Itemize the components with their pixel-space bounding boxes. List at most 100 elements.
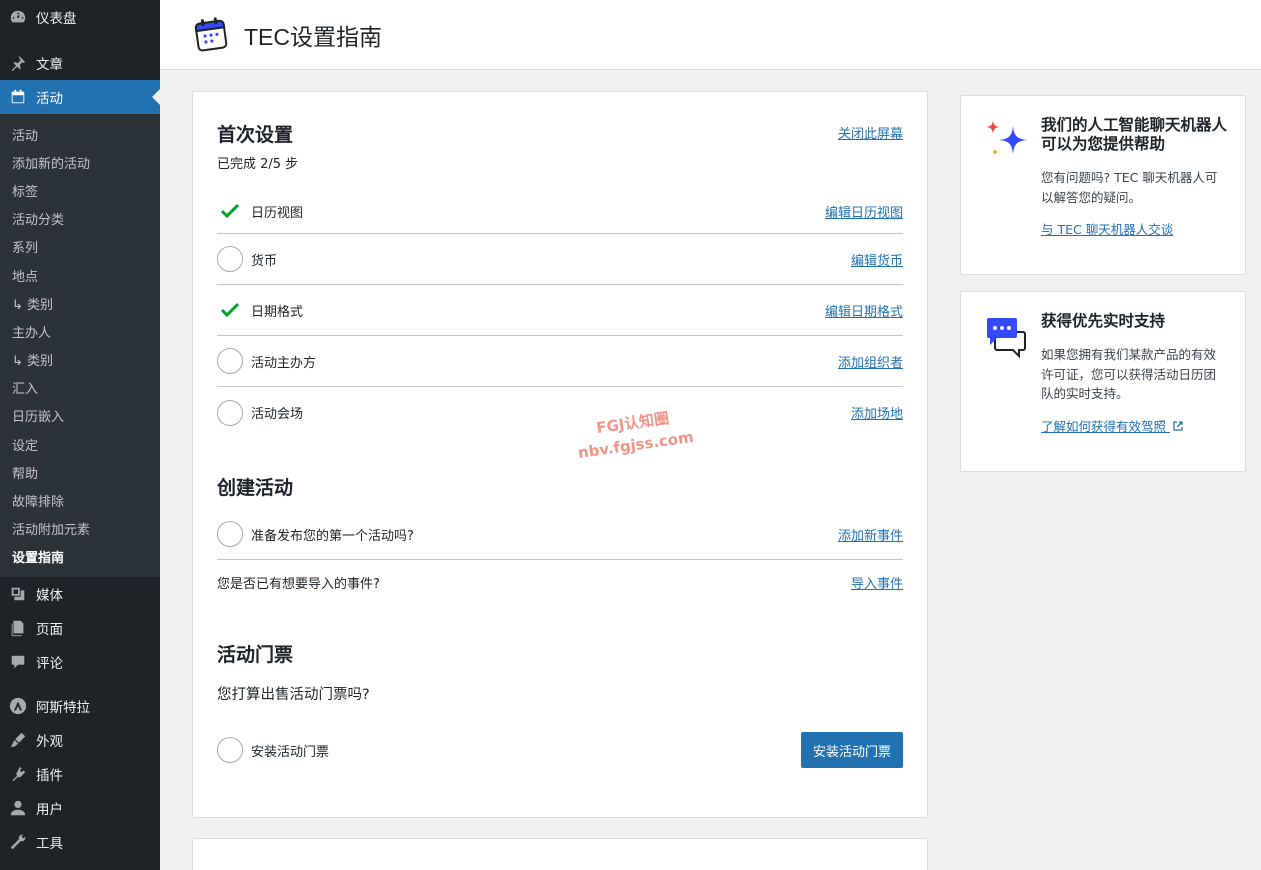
menu-label: 插件	[36, 768, 63, 784]
progress-text: 已完成 2/5 步	[217, 157, 299, 172]
brush-icon	[8, 730, 28, 750]
menu-label: 工具	[36, 836, 63, 852]
admin-sidebar: 仪表盘 文章 活动 活动 添加新的活动 标签 活动分类 系列 地点 ↳ 类别 主…	[0, 0, 160, 870]
events-submenu: 活动 添加新的活动 标签 活动分类 系列 地点 ↳ 类别 主办人 ↳ 类别 汇入…	[0, 114, 160, 577]
sparkle-icon	[986, 120, 1027, 156]
submenu-item[interactable]: 标签	[0, 176, 160, 204]
chat-bubble-icon	[987, 318, 1026, 359]
add-organizer-link[interactable]: 添加组织者	[838, 352, 903, 371]
add-venue-link[interactable]: 添加场地	[851, 403, 903, 422]
step-label: 货币	[251, 253, 278, 269]
menu-plugins[interactable]: 插件	[0, 757, 160, 791]
add-new-event-link[interactable]: 添加新事件	[838, 525, 903, 544]
support-card-title: 获得优先实时支持	[1041, 312, 1166, 330]
submenu-item[interactable]: ↳ 类别	[0, 346, 160, 374]
import-event-row: 您是否已有想要导入的事件? 导入事件	[217, 560, 903, 605]
submenu-item[interactable]: ↳ 类别	[0, 289, 160, 317]
install-tickets-button[interactable]: 安装活动门票	[800, 732, 903, 768]
menu-events[interactable]: 活动	[0, 80, 160, 114]
menu-appearance[interactable]: 外观	[0, 723, 160, 757]
publish-event-row: 准备发布您的第一个活动吗? 添加新事件	[217, 509, 903, 560]
first-setup-title: 首次设置	[217, 124, 294, 146]
menu-label: 外观	[36, 734, 63, 750]
menu-label: 媒体	[36, 588, 63, 604]
comment-icon	[8, 652, 28, 672]
wrench-icon	[8, 832, 28, 852]
submenu-item[interactable]: 主办人	[0, 317, 160, 345]
menu-comments[interactable]: 评论	[0, 645, 160, 679]
menu-users[interactable]: 用户	[0, 791, 160, 825]
submenu-item[interactable]: 活动附加元素	[0, 515, 160, 543]
edit-currency-link[interactable]: 编辑货币	[851, 250, 903, 269]
tickets-question: 您打算出售活动门票吗?	[217, 687, 370, 703]
step-row-calendar-view: 日历视图 编辑日历视图	[217, 189, 903, 234]
license-info-link-text: 了解如何获得有效驾照	[1041, 418, 1167, 434]
submenu-item[interactable]: 汇入	[0, 374, 160, 402]
menu-label: 文章	[36, 57, 63, 73]
checkmark-icon	[217, 198, 243, 224]
user-icon	[8, 798, 28, 818]
menu-astra[interactable]: 阿斯特拉	[0, 689, 160, 723]
astra-icon	[8, 696, 28, 716]
step-row-currency: 货币 编辑货币	[217, 234, 903, 285]
chatbot-help-card: 我们的人工智能聊天机器人可以为您提供帮助 您有问题吗? TEC 聊天机器人可以解…	[960, 95, 1246, 275]
edit-calendar-view-link[interactable]: 编辑日历视图	[825, 202, 903, 221]
priority-support-card: 获得优先实时支持 如果您拥有我们某款产品的有效许可证，您可以获得活动日历团队的实…	[960, 291, 1246, 472]
submenu-item-setup-guide[interactable]: 设置指南	[0, 543, 160, 571]
support-card-text: 如果您拥有我们某款产品的有效许可证，您可以获得活动日历团队的实时支持。	[1041, 347, 1217, 401]
import-events-link[interactable]: 导入事件	[851, 573, 903, 592]
menu-label: 活动	[36, 91, 63, 107]
step-label: 活动主办方	[251, 355, 317, 371]
step-row-organizer: 活动主办方 添加组织者	[217, 336, 903, 387]
setup-guide-card: 首次设置 关闭此屏幕 已完成 2/5 步 日历视图 编辑日历视图 货币 编辑货币…	[192, 91, 928, 818]
menu-label: 评论	[36, 656, 63, 672]
page-header: TEC设置指南	[160, 0, 1261, 70]
media-icon	[8, 584, 28, 604]
create-event-title: 创建活动	[217, 477, 294, 499]
license-info-link[interactable]: 了解如何获得有效驾照	[1041, 419, 1183, 434]
submenu-item[interactable]: 设定	[0, 430, 160, 458]
submenu-item[interactable]: 添加新的活动	[0, 148, 160, 176]
step-label: 活动会场	[251, 407, 304, 422]
chatbot-card-text: 您有问题吗? TEC 聊天机器人可以解答您的疑问。	[1041, 170, 1218, 205]
chatbot-card-title: 我们的人工智能聊天机器人可以为您提供帮助	[1041, 116, 1228, 153]
incomplete-circle-icon	[217, 521, 243, 547]
import-event-label: 您是否已有想要导入的事件?	[217, 577, 380, 592]
step-row-date-format: 日期格式 编辑日期格式	[217, 285, 903, 336]
tec-calendar-logo-icon	[194, 16, 228, 51]
plugin-icon	[8, 764, 28, 784]
incomplete-circle-icon	[217, 348, 243, 374]
tickets-title: 活动门票	[217, 644, 294, 666]
submenu-item[interactable]: 日历嵌入	[0, 402, 160, 430]
incomplete-circle-icon	[217, 737, 243, 763]
step-row-venue: 活动会场 添加场地	[217, 387, 903, 438]
incomplete-circle-icon	[217, 246, 243, 272]
calendar-icon	[8, 87, 28, 107]
page-title: TEC设置指南	[244, 23, 382, 50]
page-icon	[8, 618, 28, 638]
menu-pages[interactable]: 页面	[0, 611, 160, 645]
install-tickets-row: 安装活动门票 安装活动门票	[217, 724, 903, 776]
chatbot-link[interactable]: 与 TEC 聊天机器人交谈	[1041, 222, 1173, 237]
dismiss-screen-link[interactable]: 关闭此屏幕	[838, 123, 903, 142]
menu-posts[interactable]: 文章	[0, 46, 160, 80]
menu-tools[interactable]: 工具	[0, 825, 160, 859]
submenu-item[interactable]: 地点	[0, 261, 160, 289]
dashboard-icon	[8, 7, 28, 27]
menu-dashboard[interactable]: 仪表盘	[0, 0, 160, 34]
step-label: 日历视图	[251, 205, 304, 221]
edit-date-format-link[interactable]: 编辑日期格式	[825, 301, 903, 320]
resources-card	[192, 838, 928, 870]
incomplete-circle-icon	[217, 399, 243, 426]
menu-label: 页面	[36, 622, 63, 638]
submenu-item[interactable]: 故障排除	[0, 486, 160, 514]
submenu-item[interactable]: 系列	[0, 233, 160, 261]
pin-icon	[8, 53, 28, 73]
submenu-item[interactable]: 帮助	[0, 458, 160, 486]
menu-media[interactable]: 媒体	[0, 577, 160, 611]
publish-event-label: 准备发布您的第一个活动吗?	[251, 528, 414, 544]
submenu-item[interactable]: 活动	[0, 120, 160, 148]
step-label: 日期格式	[251, 304, 304, 320]
external-link-icon	[1173, 420, 1183, 431]
submenu-item[interactable]: 活动分类	[0, 205, 160, 233]
